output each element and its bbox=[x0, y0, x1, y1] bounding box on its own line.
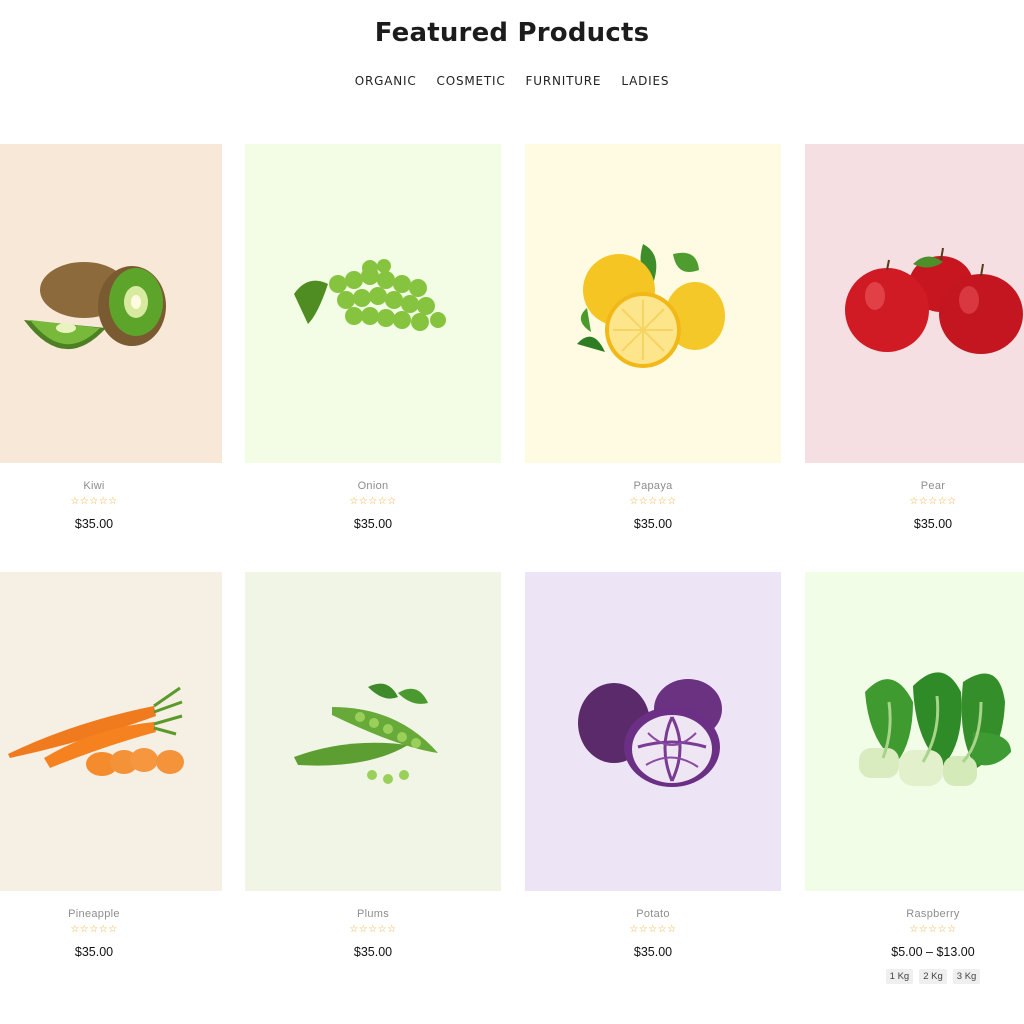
page-title: Featured Products bbox=[374, 18, 650, 48]
product-price: $35.00 bbox=[633, 945, 673, 959]
product-price: $35.00 bbox=[633, 517, 673, 531]
tab-cosmetic[interactable]: COSMETIC bbox=[437, 74, 506, 88]
product-image[interactable] bbox=[525, 144, 781, 463]
rating-stars: ☆☆☆☆☆ bbox=[909, 924, 957, 935]
variant-option[interactable]: 1 Kg bbox=[885, 969, 914, 984]
rating-stars: ☆☆☆☆☆ bbox=[349, 924, 397, 935]
product-price: $5.00 – $13.00 bbox=[891, 945, 975, 959]
product-name[interactable]: Potato bbox=[525, 908, 781, 920]
tab-ladies[interactable]: LADIES bbox=[621, 74, 669, 88]
tab-furniture[interactable]: FURNITURE bbox=[526, 74, 602, 88]
rating-stars: ☆☆☆☆☆ bbox=[629, 924, 677, 935]
kiwi-image bbox=[24, 261, 166, 349]
product-name[interactable]: Raspberry bbox=[805, 908, 1024, 920]
product-name[interactable]: Kiwi bbox=[0, 480, 222, 492]
variant-option[interactable]: 2 Kg bbox=[919, 969, 947, 984]
product-card[interactable]: Pineapple ☆☆☆☆☆ $35.00 bbox=[0, 572, 222, 959]
product-price: $35.00 bbox=[74, 517, 114, 531]
product-card[interactable]: Potato ☆☆☆☆☆ $35.00 bbox=[525, 572, 781, 959]
product-card[interactable]: Onion ☆☆☆☆☆ $35.00 bbox=[245, 144, 501, 531]
product-image[interactable] bbox=[805, 144, 1024, 463]
product-price: $35.00 bbox=[74, 945, 114, 959]
product-price: $35.00 bbox=[353, 517, 393, 531]
product-price: $35.00 bbox=[913, 517, 953, 531]
rating-stars: ☆☆☆☆☆ bbox=[70, 496, 118, 507]
variant-options: 1 Kg 2 Kg 3 Kg bbox=[805, 969, 1024, 984]
product-name[interactable]: Pineapple bbox=[0, 908, 222, 920]
product-card[interactable]: Pear ☆☆☆☆☆ $35.00 bbox=[805, 144, 1024, 531]
product-image[interactable] bbox=[245, 144, 501, 463]
product-image[interactable] bbox=[0, 572, 222, 891]
product-name[interactable]: Pear bbox=[805, 480, 1024, 492]
product-name[interactable]: Onion bbox=[245, 480, 501, 492]
product-image[interactable] bbox=[245, 572, 501, 891]
product-card[interactable]: Plums ☆☆☆☆☆ $35.00 bbox=[245, 572, 501, 959]
apples-image bbox=[845, 247, 1023, 354]
lemons-image bbox=[577, 243, 725, 368]
product-card[interactable]: Raspberry ☆☆☆☆☆ $5.00 – $13.00 1 Kg 2 Kg… bbox=[805, 572, 1024, 984]
cabbage-image bbox=[578, 678, 722, 787]
bok-choy-image bbox=[859, 671, 1011, 786]
product-name[interactable]: Papaya bbox=[525, 480, 781, 492]
variant-option[interactable]: 3 Kg bbox=[952, 969, 981, 984]
rating-stars: ☆☆☆☆☆ bbox=[909, 496, 957, 507]
product-name[interactable]: Plums bbox=[245, 908, 501, 920]
rating-stars: ☆☆☆☆☆ bbox=[349, 496, 397, 507]
tab-organic[interactable]: ORGANIC bbox=[355, 74, 417, 88]
product-image[interactable] bbox=[525, 572, 781, 891]
peas-image bbox=[294, 683, 438, 784]
product-card[interactable]: Kiwi ☆☆☆☆☆ $35.00 bbox=[0, 144, 222, 531]
category-tabs: ORGANIC COSMETIC FURNITURE LADIES bbox=[0, 74, 1024, 88]
carrots-image bbox=[8, 686, 184, 776]
grapes-image bbox=[294, 258, 446, 331]
rating-stars: ☆☆☆☆☆ bbox=[629, 496, 677, 507]
product-price: $35.00 bbox=[353, 945, 393, 959]
rating-stars: ☆☆☆☆☆ bbox=[70, 924, 118, 935]
product-image[interactable] bbox=[0, 144, 222, 463]
product-card[interactable]: Papaya ☆☆☆☆☆ $35.00 bbox=[525, 144, 781, 531]
product-image[interactable] bbox=[805, 572, 1024, 891]
